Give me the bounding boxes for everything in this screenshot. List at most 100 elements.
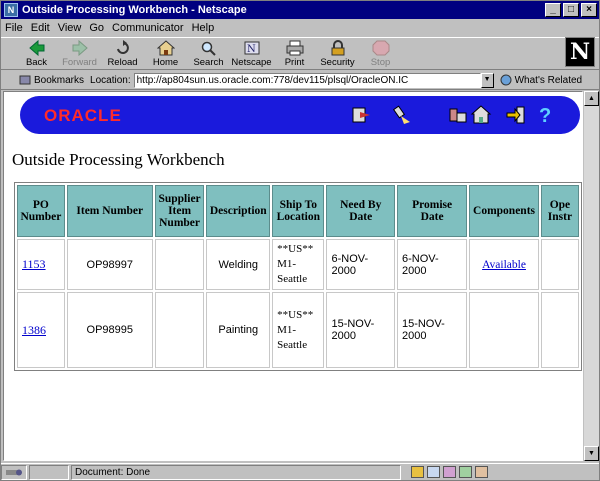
item-number-cell: OP98995 bbox=[66, 292, 153, 368]
location-label: Location: bbox=[90, 74, 131, 86]
need-by-date-cell: 15-NOV-2000 bbox=[326, 292, 395, 368]
url-dropdown-button[interactable]: ▼ bbox=[480, 72, 494, 88]
table-header-row: PO Number Item Number Supplier Item Numb… bbox=[17, 185, 579, 237]
status-bar: Document: Done bbox=[1, 463, 599, 480]
netscape-icon: N bbox=[243, 39, 261, 56]
reload-icon bbox=[114, 39, 132, 56]
bookmarks-button[interactable]: Bookmarks bbox=[19, 75, 84, 86]
progress-indicator bbox=[29, 464, 69, 480]
menu-file[interactable]: File bbox=[5, 22, 23, 34]
supplier-item-cell bbox=[154, 292, 205, 368]
whats-related-label: What's Related bbox=[514, 74, 583, 86]
mail-icon[interactable] bbox=[427, 466, 440, 478]
oracle-banner: ORACLE ? bbox=[20, 96, 580, 134]
po-number-link[interactable]: 1153 bbox=[22, 257, 46, 271]
home-icon bbox=[156, 39, 175, 56]
ship-to-cell: **US** M1- Seattle bbox=[272, 292, 325, 368]
flashlight-icon[interactable] bbox=[390, 104, 412, 126]
window-title: Outside Processing Workbench - Netscape bbox=[22, 4, 247, 16]
workbench-table: PO Number Item Number Supplier Item Numb… bbox=[14, 182, 582, 371]
header-po-number[interactable]: PO Number bbox=[17, 185, 65, 237]
scroll-down-button[interactable]: ▼ bbox=[584, 446, 599, 461]
browser-window: N Outside Processing Workbench - Netscap… bbox=[0, 0, 600, 481]
promise-date-cell: 15-NOV-2000 bbox=[396, 292, 468, 368]
header-components[interactable]: Components bbox=[469, 185, 539, 237]
newsgroup-icon[interactable] bbox=[443, 466, 456, 478]
item-number-cell: OP98997 bbox=[66, 239, 153, 290]
header-item-number[interactable]: Item Number bbox=[66, 185, 153, 237]
bookmark-icon bbox=[19, 75, 31, 85]
need-by-date-cell: 6-NOV-2000 bbox=[326, 239, 395, 290]
help-icon[interactable]: ? bbox=[534, 104, 556, 126]
security-button[interactable]: Security bbox=[316, 38, 359, 68]
help-navigator-icon[interactable] bbox=[448, 104, 470, 126]
composer-icon[interactable] bbox=[475, 466, 488, 478]
po-number-cell: 1386 bbox=[17, 292, 65, 368]
page-viewport: ORACLE ? Outside Processing Workbench PO… bbox=[3, 91, 583, 461]
title-bar: N Outside Processing Workbench - Netscap… bbox=[1, 1, 599, 19]
header-supplier-item-number[interactable]: Supplier Item Number bbox=[154, 185, 205, 237]
search-button[interactable]: Search bbox=[187, 38, 230, 68]
stop-button[interactable]: Stop bbox=[359, 38, 402, 68]
whats-related-button[interactable]: What's Related bbox=[500, 74, 583, 86]
status-text: Document: Done bbox=[71, 464, 401, 480]
netscape-logo[interactable]: N bbox=[565, 37, 595, 67]
security-status-icon[interactable] bbox=[1, 464, 27, 480]
po-number-link[interactable]: 1386 bbox=[22, 323, 46, 337]
table-row: 1153 OP98997 Welding **US** M1- Seattle … bbox=[17, 239, 579, 290]
related-icon bbox=[500, 74, 512, 86]
menu-bar: File Edit View Go Communicator Help bbox=[1, 19, 599, 36]
close-button[interactable]: × bbox=[581, 3, 597, 17]
security-icon bbox=[329, 39, 347, 56]
op-instr-cell bbox=[540, 239, 579, 290]
return-icon[interactable] bbox=[350, 104, 372, 126]
navigation-toolbar: Back Forward Reload Home Search N Netsca… bbox=[1, 37, 599, 70]
po-number-cell: 1153 bbox=[17, 239, 65, 290]
op-instr-cell bbox=[540, 292, 579, 368]
stop-icon bbox=[372, 39, 390, 56]
url-field[interactable]: http://ap804sun.us.oracle.com:778/dev115… bbox=[133, 72, 481, 88]
netscape-button[interactable]: N Netscape bbox=[230, 38, 273, 68]
forward-arrow-icon bbox=[71, 39, 89, 56]
oracle-logo: ORACLE bbox=[44, 106, 122, 125]
header-promise-date[interactable]: Promise Date bbox=[396, 185, 468, 237]
svg-text:N: N bbox=[247, 44, 256, 55]
components-cell: Available bbox=[469, 239, 539, 290]
minimize-button[interactable]: _ bbox=[545, 3, 561, 17]
description-cell: Welding bbox=[206, 239, 271, 290]
maximize-button[interactable]: □ bbox=[563, 3, 579, 17]
navigator-icon[interactable] bbox=[411, 466, 424, 478]
bookmarks-label: Bookmarks bbox=[34, 74, 85, 86]
description-cell: Painting bbox=[206, 292, 271, 368]
print-button[interactable]: Print bbox=[273, 38, 316, 68]
ship-to-cell: **US** M1- Seattle bbox=[272, 239, 325, 290]
exit-icon[interactable] bbox=[505, 104, 527, 126]
header-description[interactable]: Description bbox=[206, 185, 271, 237]
components-cell bbox=[469, 292, 539, 368]
header-need-by-date[interactable]: Need By Date bbox=[326, 185, 395, 237]
menu-help[interactable]: Help bbox=[192, 22, 215, 34]
menu-view[interactable]: View bbox=[58, 22, 82, 34]
menu-communicator[interactable]: Communicator bbox=[112, 22, 184, 34]
home-icon[interactable] bbox=[470, 104, 492, 126]
search-icon bbox=[200, 39, 218, 56]
back-button[interactable]: Back bbox=[15, 38, 58, 68]
location-toolbar: Bookmarks Location: http://ap804sun.us.o… bbox=[1, 71, 599, 90]
reload-button[interactable]: Reload bbox=[101, 38, 144, 68]
table-row: 1386 OP98995 Painting **US** M1- Seattle… bbox=[17, 292, 579, 368]
header-ship-to-location[interactable]: Ship To Location bbox=[272, 185, 325, 237]
vertical-scrollbar[interactable]: ▲ ▼ bbox=[584, 91, 599, 461]
print-icon bbox=[286, 39, 304, 56]
address-book-icon[interactable] bbox=[459, 466, 472, 478]
menu-go[interactable]: Go bbox=[89, 22, 104, 34]
scroll-up-button[interactable]: ▲ bbox=[584, 91, 599, 106]
svg-text:?: ? bbox=[539, 105, 551, 126]
supplier-item-cell bbox=[154, 239, 205, 290]
promise-date-cell: 6-NOV-2000 bbox=[396, 239, 468, 290]
home-button[interactable]: Home bbox=[144, 38, 187, 68]
forward-button[interactable]: Forward bbox=[58, 38, 101, 68]
back-arrow-icon bbox=[28, 39, 46, 56]
menu-edit[interactable]: Edit bbox=[31, 22, 50, 34]
components-available-link[interactable]: Available bbox=[482, 259, 526, 271]
header-ope-instr[interactable]: Ope Instr bbox=[540, 185, 579, 237]
